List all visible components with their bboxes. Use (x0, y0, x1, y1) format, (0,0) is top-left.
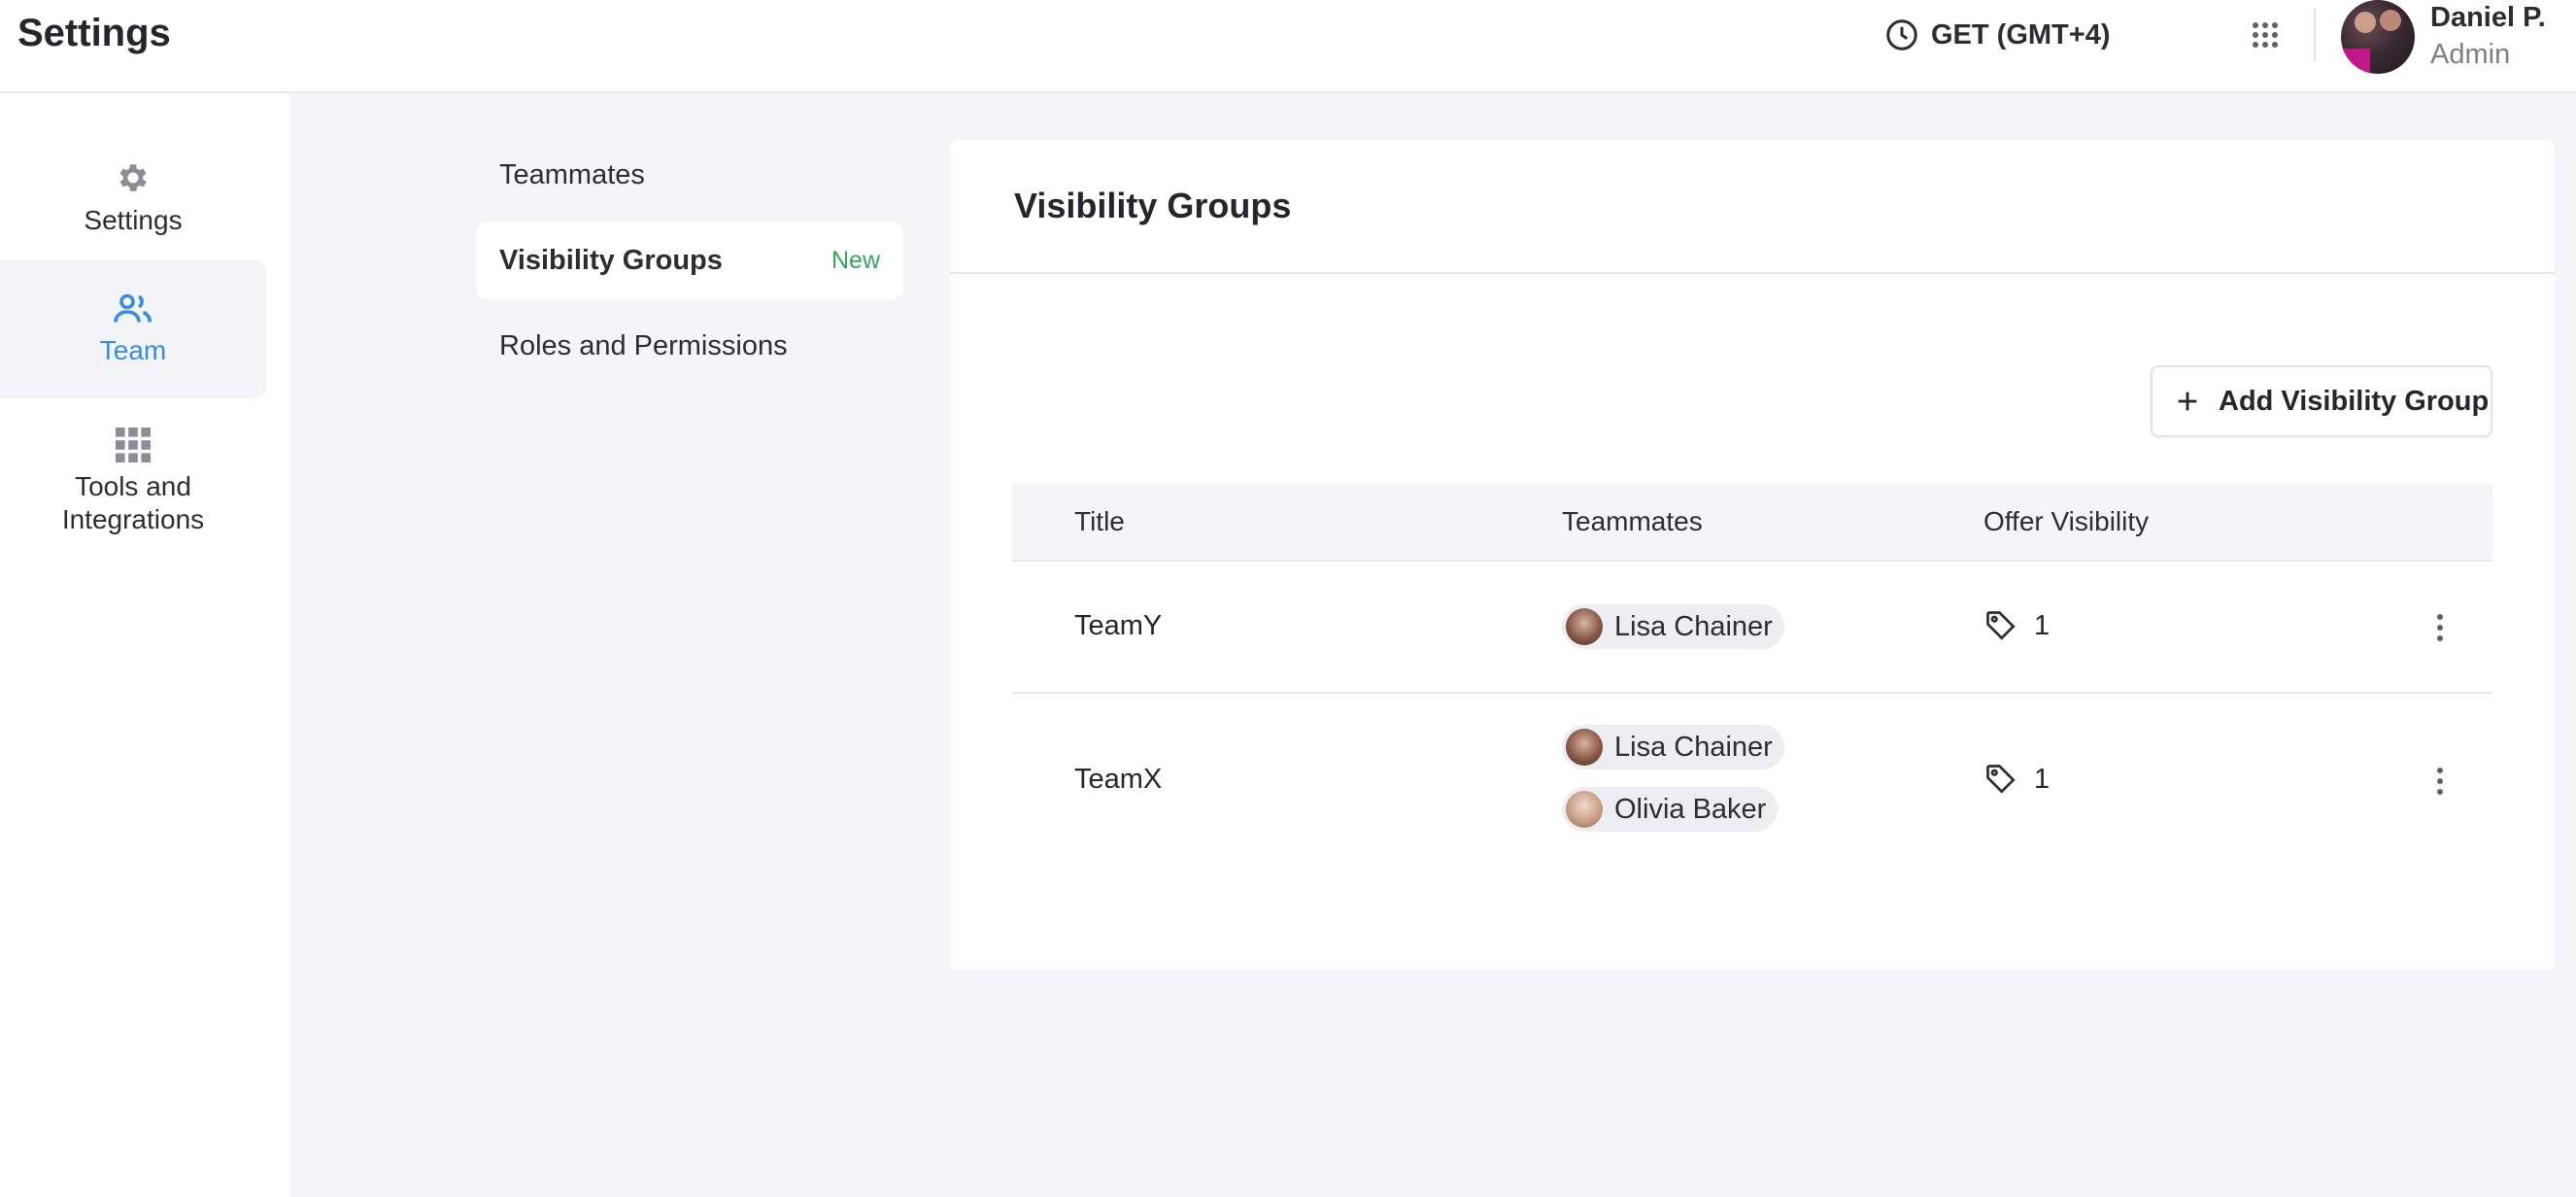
column-header-offer-visibility[interactable]: Offer Visibility (1983, 506, 2149, 537)
teammate-name: Lisa Chainer (1614, 610, 1773, 642)
user-role: Admin (2430, 39, 2511, 70)
apps-grid-icon (2253, 22, 2278, 48)
rail-item-label: Team (99, 335, 167, 365)
row-actions-menu-icon[interactable] (2430, 608, 2450, 647)
row-actions-menu-icon[interactable] (2430, 762, 2450, 801)
settings-subnav: Teammates Visibility Groups New Roles an… (476, 136, 903, 393)
teammate-chip[interactable]: Lisa Chainer (1562, 725, 1784, 770)
table-row[interactable]: TeamY Lisa Chainer 1 (1012, 562, 2492, 694)
add-visibility-group-button[interactable]: Add Visibility Group (2151, 365, 2492, 437)
rail-item-label: Tools and Integrations (61, 471, 205, 534)
panel-header: Visibility Groups (950, 140, 2555, 274)
teammates-cell: Lisa Chainer Olivia Baker (1562, 725, 1784, 832)
subnav-item-teammates[interactable]: Teammates (476, 136, 903, 214)
rail-item-tools[interactable]: Tools and Integrations (0, 414, 266, 550)
rail-item-team[interactable]: Team (0, 260, 266, 398)
clock-icon (1886, 19, 1917, 51)
timezone-label: GET (GMT+4) (1931, 18, 2111, 51)
top-bar: Settings GET (GMT+4) Daniel P. Admin (0, 0, 2576, 93)
gear-icon (119, 164, 147, 191)
row-title: TeamX (1074, 764, 1163, 795)
user-name[interactable]: Daniel P. (2430, 2, 2546, 34)
teammate-name: Lisa Chainer (1614, 731, 1773, 763)
offer-count: 1 (2034, 763, 2051, 795)
column-header-teammates[interactable]: Teammates (1562, 506, 1703, 537)
offer-visibility-cell: 1 (1983, 608, 2050, 643)
left-rail: Settings Team Tools and Integrations (0, 93, 289, 1197)
visibility-groups-table: Title Teammates Offer Visibility TeamY L… (1012, 484, 2492, 874)
offer-count: 1 (2034, 609, 2051, 641)
header-divider (2314, 8, 2316, 62)
teammate-chip[interactable]: Lisa Chainer (1562, 604, 1784, 649)
plus-icon (2178, 392, 2197, 411)
tag-icon (1986, 611, 2016, 640)
teammate-chip[interactable]: Olivia Baker (1562, 787, 1779, 832)
rail-item-settings[interactable]: Settings (0, 140, 266, 256)
new-badge: New (830, 246, 880, 274)
offer-visibility-cell: 1 (1983, 762, 2050, 797)
grid-icon (116, 428, 151, 462)
teammates-cell: Lisa Chainer (1562, 604, 1784, 653)
row-title: TeamY (1074, 610, 1163, 641)
user-avatar[interactable] (2341, 0, 2415, 74)
page-title: Visibility Groups (1014, 186, 1292, 225)
subnav-item-roles-permissions[interactable]: Roles and Permissions (476, 307, 903, 385)
visibility-groups-panel: Visibility Groups Add Visibility Group T… (950, 140, 2555, 970)
table-row[interactable]: TeamX Lisa Chainer Olivia Baker 1 (1012, 694, 2492, 874)
teammate-name: Olivia Baker (1614, 793, 1767, 825)
subnav-item-visibility-groups[interactable]: Visibility Groups New (476, 222, 903, 299)
column-header-title[interactable]: Title (1074, 506, 1125, 537)
timezone-indicator[interactable]: GET (GMT+4) (1884, 17, 2110, 52)
subnav-item-label: Roles and Permissions (499, 329, 788, 361)
rail-item-label: Settings (84, 205, 183, 235)
team-icon (114, 293, 153, 323)
table-header: Title Teammates Offer Visibility (1012, 484, 2492, 562)
add-visibility-group-label: Add Visibility Group (2219, 385, 2490, 417)
avatar (1566, 729, 1603, 766)
avatar (1566, 791, 1603, 828)
apps-menu-button[interactable] (2246, 16, 2285, 54)
subnav-item-label: Teammates (499, 158, 645, 190)
tag-icon (1986, 765, 2016, 794)
app-title: Settings (17, 12, 171, 54)
avatar (1566, 608, 1603, 645)
subnav-item-label: Visibility Groups (499, 244, 723, 276)
